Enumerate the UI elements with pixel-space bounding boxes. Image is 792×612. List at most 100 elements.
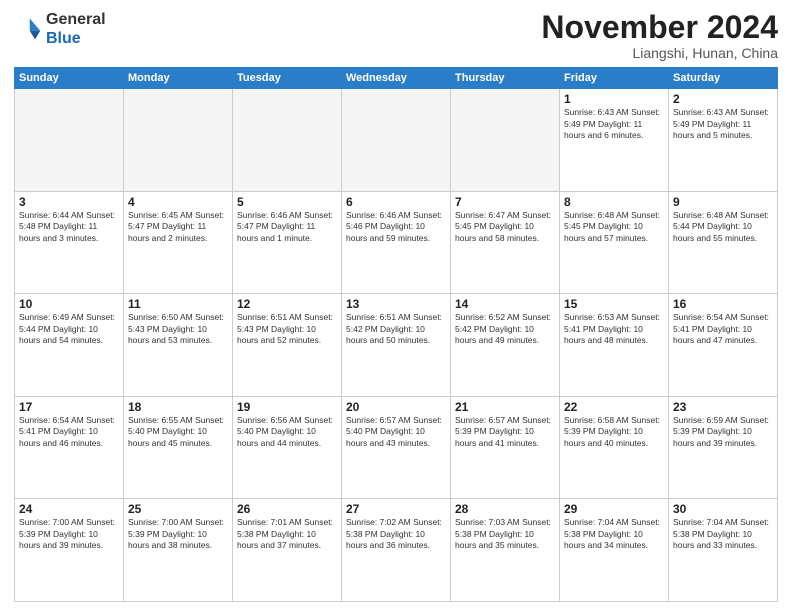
day-info: Sunrise: 6:53 AM Sunset: 5:41 PM Dayligh…: [564, 312, 664, 346]
calendar-header-thursday: Thursday: [451, 68, 560, 89]
day-info: Sunrise: 7:01 AM Sunset: 5:38 PM Dayligh…: [237, 517, 337, 551]
calendar-cell: 4Sunrise: 6:45 AM Sunset: 5:47 PM Daylig…: [124, 191, 233, 294]
day-info: Sunrise: 6:52 AM Sunset: 5:42 PM Dayligh…: [455, 312, 555, 346]
calendar-cell: 20Sunrise: 6:57 AM Sunset: 5:40 PM Dayli…: [342, 396, 451, 499]
calendar-cell: 30Sunrise: 7:04 AM Sunset: 5:38 PM Dayli…: [669, 499, 778, 602]
calendar-header-saturday: Saturday: [669, 68, 778, 89]
day-info: Sunrise: 6:48 AM Sunset: 5:45 PM Dayligh…: [564, 210, 664, 244]
day-number: 3: [19, 195, 119, 209]
day-info: Sunrise: 6:51 AM Sunset: 5:42 PM Dayligh…: [346, 312, 446, 346]
day-info: Sunrise: 6:43 AM Sunset: 5:49 PM Dayligh…: [673, 107, 773, 141]
day-info: Sunrise: 6:43 AM Sunset: 5:49 PM Dayligh…: [564, 107, 664, 141]
day-number: 4: [128, 195, 228, 209]
day-number: 24: [19, 502, 119, 516]
day-info: Sunrise: 6:55 AM Sunset: 5:40 PM Dayligh…: [128, 415, 228, 449]
page: General Blue November 2024 Liangshi, Hun…: [0, 0, 792, 612]
calendar-cell: 19Sunrise: 6:56 AM Sunset: 5:40 PM Dayli…: [233, 396, 342, 499]
day-info: Sunrise: 6:46 AM Sunset: 5:47 PM Dayligh…: [237, 210, 337, 244]
day-number: 14: [455, 297, 555, 311]
day-number: 9: [673, 195, 773, 209]
day-number: 2: [673, 92, 773, 106]
logo-icon: [14, 15, 42, 43]
day-number: 27: [346, 502, 446, 516]
calendar-cell: 11Sunrise: 6:50 AM Sunset: 5:43 PM Dayli…: [124, 294, 233, 397]
day-info: Sunrise: 6:44 AM Sunset: 5:48 PM Dayligh…: [19, 210, 119, 244]
day-number: 18: [128, 400, 228, 414]
day-number: 17: [19, 400, 119, 414]
calendar-cell: 21Sunrise: 6:57 AM Sunset: 5:39 PM Dayli…: [451, 396, 560, 499]
day-number: 23: [673, 400, 773, 414]
calendar-header-friday: Friday: [560, 68, 669, 89]
day-info: Sunrise: 6:57 AM Sunset: 5:40 PM Dayligh…: [346, 415, 446, 449]
day-number: 8: [564, 195, 664, 209]
calendar-week-4: 24 Sunrise: 7:00 AM Sunset: 5:39 PM Dayli…: [15, 499, 778, 602]
calendar-cell: 5Sunrise: 6:46 AM Sunset: 5:47 PM Daylig…: [233, 191, 342, 294]
logo-blue: Blue: [46, 30, 81, 47]
calendar-cell: [451, 89, 560, 192]
calendar-cell: 17Sunrise: 6:54 AM Sunset: 5:41 PM Dayli…: [15, 396, 124, 499]
title-block: November 2024 Liangshi, Hunan, China: [541, 10, 778, 61]
day-number: 5: [237, 195, 337, 209]
calendar-header-wednesday: Wednesday: [342, 68, 451, 89]
day-info: Sunrise: 6:45 AM Sunset: 5:47 PM Dayligh…: [128, 210, 228, 244]
header: General Blue November 2024 Liangshi, Hun…: [14, 10, 778, 61]
calendar-cell: [15, 89, 124, 192]
calendar-cell: 25Sunrise: 7:00 AM Sunset: 5:39 PM Dayli…: [124, 499, 233, 602]
month-title: November 2024: [541, 10, 778, 45]
day-number: 15: [564, 297, 664, 311]
calendar-week-2: 10Sunrise: 6:49 AM Sunset: 5:44 PM Dayli…: [15, 294, 778, 397]
day-number: 25: [128, 502, 228, 516]
day-number: 22: [564, 400, 664, 414]
day-info: Sunrise: 7:02 AM Sunset: 5:38 PM Dayligh…: [346, 517, 446, 551]
day-info: Sunrise: 6:46 AM Sunset: 5:46 PM Dayligh…: [346, 210, 446, 244]
day-number: 19: [237, 400, 337, 414]
day-info: Sunrise: 6:54 AM Sunset: 5:41 PM Dayligh…: [673, 312, 773, 346]
day-number: 7: [455, 195, 555, 209]
calendar-header-tuesday: Tuesday: [233, 68, 342, 89]
calendar-cell: 16Sunrise: 6:54 AM Sunset: 5:41 PM Dayli…: [669, 294, 778, 397]
location-title: Liangshi, Hunan, China: [541, 45, 778, 61]
day-info: Sunrise: 7:03 AM Sunset: 5:38 PM Dayligh…: [455, 517, 555, 551]
day-number: 12: [237, 297, 337, 311]
day-info: Sunrise: 7:04 AM Sunset: 5:38 PM Dayligh…: [673, 517, 773, 551]
day-info: Sunrise: 6:58 AM Sunset: 5:39 PM Dayligh…: [564, 415, 664, 449]
calendar-header-sunday: Sunday: [15, 68, 124, 89]
day-info: Sunrise: 6:57 AM Sunset: 5:39 PM Dayligh…: [455, 415, 555, 449]
day-info: Sunrise: 7:04 AM Sunset: 5:38 PM Dayligh…: [564, 517, 664, 551]
calendar-week-0: 1Sunrise: 6:43 AM Sunset: 5:49 PM Daylig…: [15, 89, 778, 192]
day-number: 30: [673, 502, 773, 516]
day-number: 6: [346, 195, 446, 209]
calendar-cell: 6Sunrise: 6:46 AM Sunset: 5:46 PM Daylig…: [342, 191, 451, 294]
calendar-cell: 8Sunrise: 6:48 AM Sunset: 5:45 PM Daylig…: [560, 191, 669, 294]
day-info: Sunrise: 6:48 AM Sunset: 5:44 PM Dayligh…: [673, 210, 773, 244]
calendar-table: SundayMondayTuesdayWednesdayThursdayFrid…: [14, 67, 778, 602]
calendar-cell: 18Sunrise: 6:55 AM Sunset: 5:40 PM Dayli…: [124, 396, 233, 499]
calendar-week-3: 17Sunrise: 6:54 AM Sunset: 5:41 PM Dayli…: [15, 396, 778, 499]
day-number: 29: [564, 502, 664, 516]
day-info: Sunrise: 6:54 AM Sunset: 5:41 PM Dayligh…: [19, 415, 119, 449]
day-number: 21: [455, 400, 555, 414]
calendar-cell: 10Sunrise: 6:49 AM Sunset: 5:44 PM Dayli…: [15, 294, 124, 397]
day-info: Sunrise: 6:50 AM Sunset: 5:43 PM Dayligh…: [128, 312, 228, 346]
calendar-cell: 14Sunrise: 6:52 AM Sunset: 5:42 PM Dayli…: [451, 294, 560, 397]
calendar-header-row: SundayMondayTuesdayWednesdayThursdayFrid…: [15, 68, 778, 89]
day-info: Sunrise: 7:00 AM Sunset: 5:39 PM Dayligh…: [128, 517, 228, 551]
calendar-cell: 15Sunrise: 6:53 AM Sunset: 5:41 PM Dayli…: [560, 294, 669, 397]
calendar-cell: 29Sunrise: 7:04 AM Sunset: 5:38 PM Dayli…: [560, 499, 669, 602]
calendar-cell: 1Sunrise: 6:43 AM Sunset: 5:49 PM Daylig…: [560, 89, 669, 192]
day-info: Sunrise: 6:51 AM Sunset: 5:43 PM Dayligh…: [237, 312, 337, 346]
day-number: 28: [455, 502, 555, 516]
calendar-header-monday: Monday: [124, 68, 233, 89]
day-number: 26: [237, 502, 337, 516]
calendar-cell: 28Sunrise: 7:03 AM Sunset: 5:38 PM Dayli…: [451, 499, 560, 602]
logo-general: General: [46, 11, 106, 28]
logo: General Blue: [14, 10, 106, 48]
day-number: 13: [346, 297, 446, 311]
calendar-cell: 13Sunrise: 6:51 AM Sunset: 5:42 PM Dayli…: [342, 294, 451, 397]
calendar-cell: 27Sunrise: 7:02 AM Sunset: 5:38 PM Dayli…: [342, 499, 451, 602]
logo-text: General Blue: [46, 10, 106, 48]
day-number: 16: [673, 297, 773, 311]
day-number: 20: [346, 400, 446, 414]
calendar-cell: [124, 89, 233, 192]
calendar-week-1: 3Sunrise: 6:44 AM Sunset: 5:48 PM Daylig…: [15, 191, 778, 294]
